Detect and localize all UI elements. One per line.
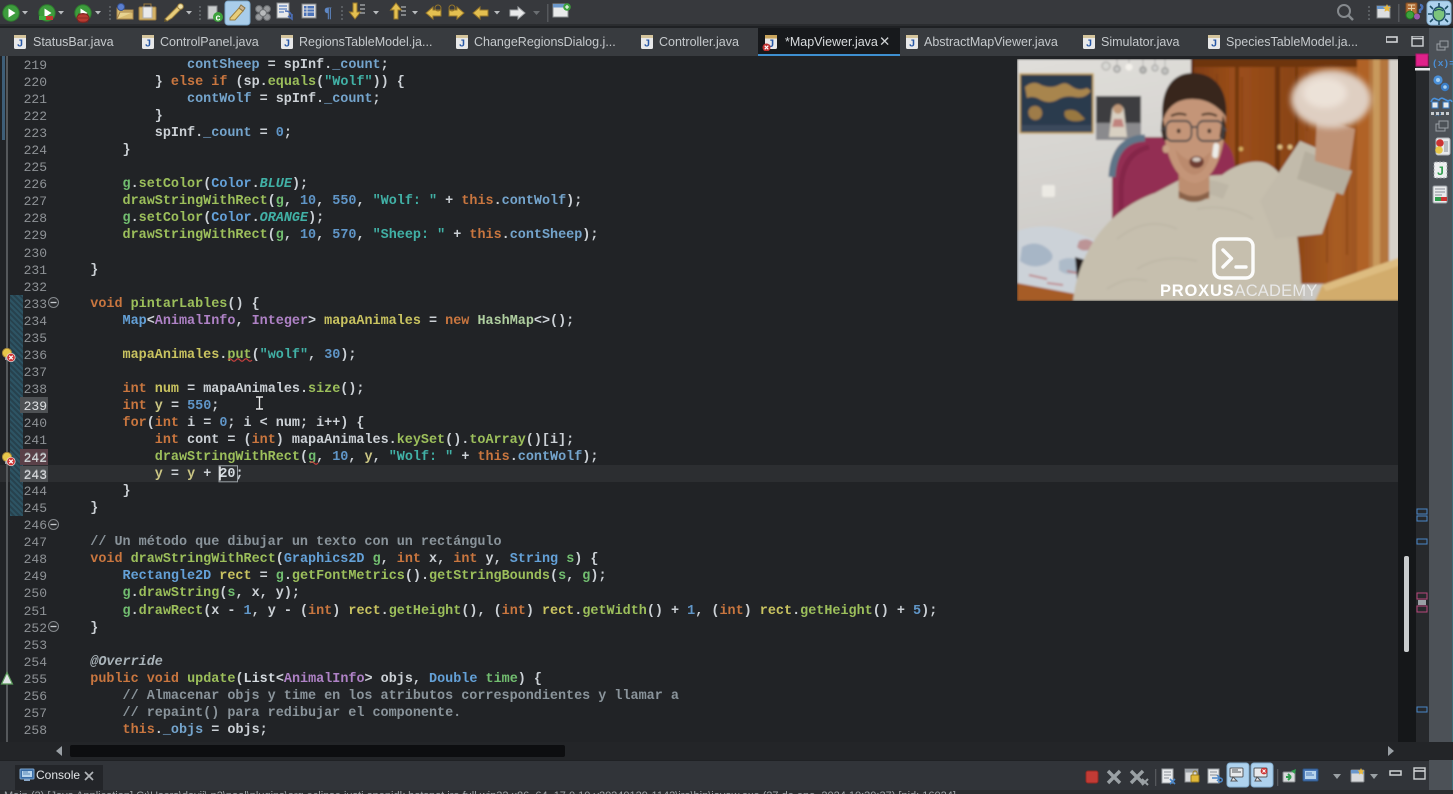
svg-text:c: c (215, 13, 220, 23)
svg-text:J: J (17, 38, 23, 50)
svg-text:J: J (1437, 164, 1444, 178)
svg-text:¶: ¶ (324, 5, 332, 21)
svg-text:PROXUSACADEMY: PROXUSACADEMY (1160, 282, 1317, 300)
svg-text:(x)=: (x)= (1432, 58, 1453, 69)
